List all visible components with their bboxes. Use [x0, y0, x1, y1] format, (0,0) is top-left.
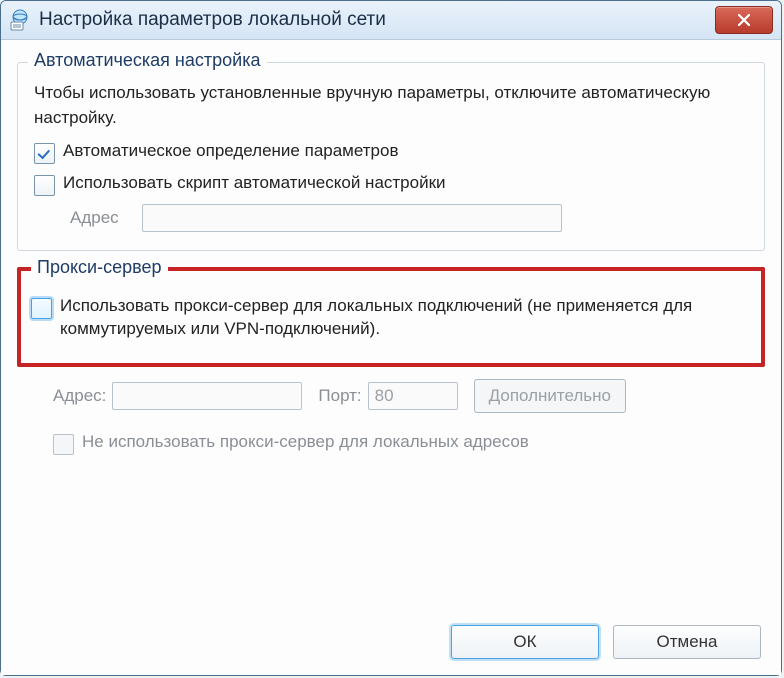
- close-icon: [737, 13, 751, 27]
- proxy-port-input[interactable]: [368, 382, 458, 410]
- use-proxy-label: Использовать прокси-сервер для локальных…: [60, 295, 751, 341]
- dialog-buttons: ОК Отмена: [17, 619, 765, 661]
- ok-button[interactable]: ОК: [451, 625, 599, 659]
- use-proxy-checkbox[interactable]: [31, 298, 52, 319]
- bypass-local-label: Не использовать прокси-сервер для локаль…: [82, 431, 529, 454]
- bypass-local-checkbox[interactable]: [53, 434, 74, 455]
- script-address-label: Адрес: [70, 208, 142, 228]
- window-title: Настройка параметров локальной сети: [39, 9, 715, 31]
- use-script-label: Использовать скрипт автоматической настр…: [63, 172, 446, 195]
- script-address-input[interactable]: [142, 204, 562, 232]
- auto-detect-row[interactable]: Автоматическое определение параметров: [34, 140, 748, 164]
- proxy-address-input[interactable]: [112, 382, 302, 410]
- titlebar: Настройка параметров локальной сети: [1, 1, 781, 40]
- client-area: Автоматическая настройка Чтобы использов…: [1, 40, 781, 675]
- script-address-row: Адрес: [70, 204, 748, 232]
- proxy-port-label: Порт:: [318, 386, 361, 406]
- proxy-address-row: Адрес: Порт: Дополнительно: [53, 379, 765, 413]
- lan-settings-window: Настройка параметров локальной сети Авто…: [0, 0, 782, 676]
- proxy-legend: Прокси-сервер: [31, 257, 168, 278]
- proxy-address-label: Адрес:: [53, 386, 106, 406]
- proxy-group-highlight: Прокси-сервер Использовать прокси-сервер…: [17, 267, 765, 367]
- use-script-row[interactable]: Использовать скрипт автоматической настр…: [34, 172, 748, 196]
- auto-detect-checkbox[interactable]: [34, 143, 55, 164]
- auto-detect-label: Автоматическое определение параметров: [63, 140, 398, 163]
- auto-config-helptext: Чтобы использовать установленные вручную…: [34, 81, 748, 130]
- use-proxy-row[interactable]: Использовать прокси-сервер для локальных…: [31, 295, 751, 341]
- advanced-button[interactable]: Дополнительно: [474, 379, 626, 413]
- auto-config-group: Автоматическая настройка Чтобы использов…: [17, 62, 765, 251]
- bypass-local-row[interactable]: Не использовать прокси-сервер для локаль…: [53, 431, 765, 455]
- auto-config-legend: Автоматическая настройка: [28, 50, 267, 71]
- close-button[interactable]: [715, 6, 773, 34]
- use-script-checkbox[interactable]: [34, 175, 55, 196]
- internet-options-icon: [9, 9, 31, 31]
- cancel-button[interactable]: Отмена: [613, 625, 761, 659]
